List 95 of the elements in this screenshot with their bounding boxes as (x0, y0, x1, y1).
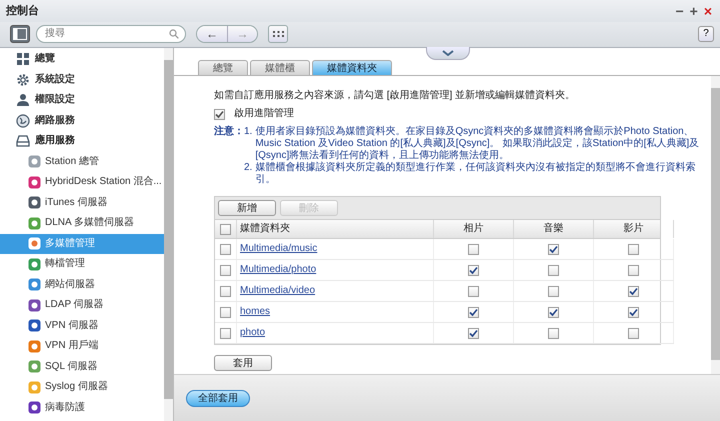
note-number: 2. (244, 162, 252, 175)
chevron-down-icon (442, 50, 454, 56)
folder-link[interactable]: Multimedia/photo (240, 264, 316, 276)
checkbox[interactable] (468, 244, 479, 254)
back-button[interactable]: ← (197, 26, 227, 42)
tray-icon (16, 134, 30, 148)
dots-grid-icon (272, 30, 284, 38)
sidebar-item[interactable]: 病毒防護 (0, 398, 164, 418)
close-button[interactable]: × (702, 4, 714, 18)
app-icon (28, 216, 41, 230)
app-icon (28, 258, 41, 271)
checkbox[interactable] (548, 244, 559, 254)
sidebar-item[interactable]: VPN 伺服器 (0, 316, 164, 336)
sidebar-item[interactable]: DLNA 多媒體伺服器 (0, 213, 164, 234)
tab[interactable]: 總覽 (198, 60, 248, 75)
column-header: 影片 (624, 223, 644, 235)
sidebar-item[interactable]: HybridDesk Station 混合... (0, 172, 164, 192)
folder-link[interactable]: homes (240, 306, 270, 318)
sidebar-item[interactable]: 轉檔管理 (0, 254, 164, 274)
row-checkbox[interactable] (220, 244, 231, 254)
folder-link[interactable]: Multimedia/music (240, 243, 318, 255)
search-icon (169, 28, 179, 38)
sidebar-item[interactable]: LDAP 伺服器 (0, 295, 164, 316)
app-icon (28, 237, 41, 250)
checkbox[interactable] (628, 264, 639, 276)
panel-icon (13, 28, 27, 40)
checkbox-label: 啟用進階管理 (234, 108, 294, 120)
tab[interactable]: 媒體資料夾 (312, 60, 392, 75)
note-text: 媒體櫃會根據該資料夾所定義的類型進行作業，任何該資料夾內沒有被指定的類型將不會進行資料索引。 (255, 162, 696, 186)
person-icon (16, 93, 30, 108)
checkbox[interactable] (628, 286, 639, 296)
checkbox[interactable] (214, 108, 225, 120)
sidebar-item[interactable]: Station 總管 (0, 152, 164, 172)
note-label: 注意： (214, 126, 244, 139)
scrollbar[interactable] (711, 76, 720, 374)
sidebar-item[interactable]: Syslog 伺服器 (0, 377, 164, 398)
globe-icon (16, 114, 30, 128)
sidebar-item[interactable]: 應用服務 (0, 131, 164, 152)
sidebar-item[interactable]: SQL 伺服器 (0, 356, 164, 377)
sidebar-item[interactable]: 網站伺服器 (0, 274, 164, 295)
gear-icon (16, 72, 30, 87)
app-icon (28, 401, 41, 414)
checkbox[interactable] (548, 286, 559, 296)
note-text: 使用者家目錄預設為媒體資料夾。在家目錄及Qsync資料夾的多媒體資料將會顯示於Photo Station、Music Station 及Video Station 的[私人典藏]及[Qsync]。 如果取消此設定，該Station中的[私人典藏]及[Qsync]將無法看到任何的資料，且上傳功能將無法使用。 (255, 126, 700, 162)
app-icon (28, 298, 41, 312)
app-icon (28, 340, 41, 353)
help-button[interactable]: ? (698, 26, 714, 42)
checkbox[interactable] (468, 306, 479, 318)
sidebar-item[interactable]: 總覽 (0, 49, 164, 70)
window-title: 控制台 (6, 5, 39, 17)
row-checkbox[interactable] (220, 264, 231, 276)
folder-link[interactable]: photo (240, 327, 266, 339)
tab[interactable]: 媒體櫃 (250, 60, 310, 75)
checkbox[interactable] (548, 328, 559, 338)
row-checkbox[interactable] (220, 286, 231, 296)
checkbox[interactable] (468, 264, 479, 276)
folder-link[interactable]: Multimedia/video (240, 285, 316, 297)
app-icon (28, 196, 41, 210)
sidebar-item[interactable]: 權限設定 (0, 90, 164, 110)
app-icon (28, 155, 41, 168)
checkbox[interactable] (548, 306, 559, 318)
row-checkbox[interactable] (220, 328, 231, 338)
checkbox[interactable] (628, 244, 639, 254)
add-button[interactable]: 新增 (218, 200, 276, 216)
apply-all-button[interactable]: 全部套用 (186, 390, 250, 406)
sidebar-item[interactable]: iTunes 伺服器 (0, 192, 164, 213)
apps-button[interactable] (268, 24, 288, 42)
column-header: 相片 (464, 223, 484, 235)
intro-text: 如需自訂應用服務之內容來源，請勾選 [啟用進階管理] 並新增或編輯媒體資料夾。 (214, 90, 576, 102)
checkbox[interactable] (468, 328, 479, 338)
app-icon (28, 278, 41, 292)
collapse-tab[interactable] (426, 47, 470, 60)
checkbox[interactable] (468, 286, 479, 296)
checkbox[interactable] (628, 306, 639, 318)
sidebar-item[interactable]: 系統設定 (0, 70, 164, 90)
note-number: 1. (244, 126, 252, 139)
sidebar-toggle-button[interactable] (10, 24, 30, 42)
minimize-button[interactable]: − (673, 4, 686, 18)
sidebar-item[interactable]: VPN 用戶端 (0, 336, 164, 356)
apply-button[interactable]: 套用 (214, 355, 272, 371)
row-checkbox[interactable] (220, 306, 231, 318)
app-icon (28, 380, 41, 394)
column-header: 音樂 (544, 223, 564, 235)
maximize-button[interactable]: + (688, 4, 700, 18)
app-icon (28, 176, 41, 189)
app-icon (28, 319, 41, 332)
sidebar-item[interactable]: 網路服務 (0, 110, 164, 131)
checkbox[interactable] (548, 264, 559, 276)
app-icon (28, 360, 41, 374)
scrollbar[interactable] (164, 48, 173, 421)
search-field[interactable]: 搜尋 (36, 24, 186, 42)
grid-icon (16, 52, 30, 66)
checkbox[interactable] (628, 328, 639, 338)
column-header: 媒體資料夾 (240, 223, 290, 235)
select-all-checkbox[interactable] (220, 224, 231, 234)
